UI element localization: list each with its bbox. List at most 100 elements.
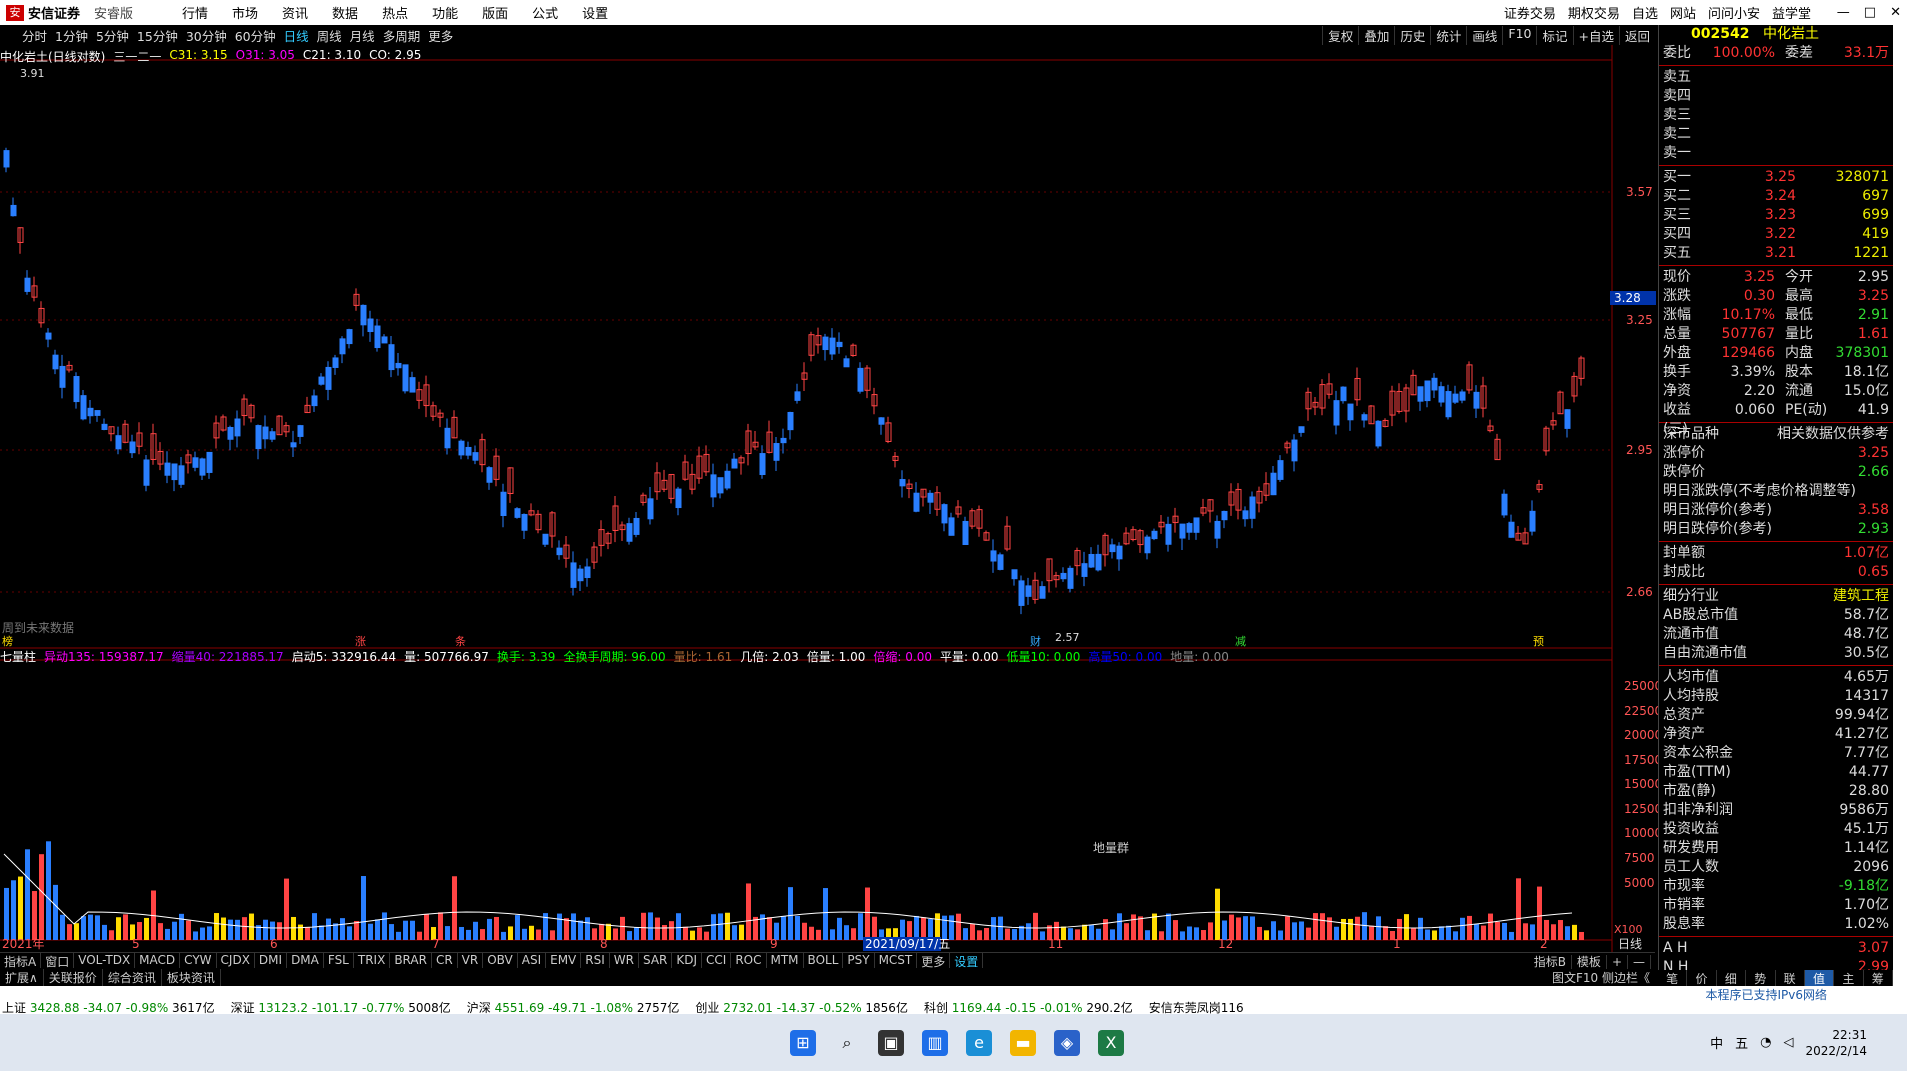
index-3[interactable]: 创业 2732.01 -14.37 -0.52% 1856亿 (695, 999, 908, 1016)
menu-formula[interactable]: 公式 (520, 3, 570, 22)
tool-f10[interactable]: F10 (1502, 25, 1536, 45)
indicator-9[interactable]: TRIX (354, 953, 391, 968)
indicator-10[interactable]: BRAR (390, 953, 432, 968)
clock[interactable]: 22:31 2022/2/14 (1805, 1027, 1867, 1059)
tab-sector[interactable]: 板块资讯 (162, 969, 221, 986)
menu-options[interactable]: 期权交易 (1562, 3, 1626, 22)
event-marker[interactable]: 预 (1533, 635, 1544, 648)
quote-tab-3[interactable]: 势 (1746, 970, 1776, 986)
kline-chart[interactable]: 3.573.252.952.663.2825000225002000017500… (0, 45, 1660, 970)
menu-quotes[interactable]: 行情 (170, 3, 220, 22)
indicator-6[interactable]: DMI (255, 953, 288, 968)
taskview-icon[interactable]: ▣ (878, 1029, 904, 1056)
folder-icon[interactable]: ▬ (1010, 1029, 1036, 1056)
indicator-14[interactable]: ASI (518, 953, 547, 968)
indicator-19[interactable]: KDJ (672, 953, 703, 968)
indicator-right-1[interactable]: 模板 (1571, 955, 1607, 969)
search-icon[interactable]: ⌕ (834, 1030, 860, 1056)
menu-settings[interactable]: 设置 (570, 3, 620, 22)
indicator-24[interactable]: PSY (843, 953, 875, 968)
f10-sidebar-toggle[interactable]: 图文F10 侧边栏《 (1547, 969, 1655, 986)
stock-app-icon[interactable]: ◈ (1054, 1029, 1080, 1056)
quote-tab-0[interactable]: 笔 (1658, 970, 1688, 986)
ime-label[interactable]: 中 (1710, 1033, 1723, 1052)
indicator-21[interactable]: ROC (731, 953, 767, 968)
indicator-4[interactable]: CYW (180, 953, 217, 968)
menu-hot[interactable]: 热点 (370, 3, 420, 22)
tool-mark[interactable]: 标记 (1536, 25, 1572, 45)
period-1[interactable]: 分时 (18, 26, 51, 45)
tool-adjust[interactable]: 复权 (1322, 25, 1358, 45)
tab-info[interactable]: 综合资讯 (103, 969, 162, 986)
indicator-26[interactable]: 更多 (917, 953, 951, 969)
close-button[interactable]: ✕ (1890, 5, 1901, 20)
quote-tab-2[interactable]: 细 (1717, 970, 1747, 986)
wifi-icon[interactable]: ◔ (1760, 1035, 1771, 1050)
menu-ask[interactable]: 问问小安 (1702, 3, 1766, 22)
period-weekly[interactable]: 周线 (313, 26, 346, 45)
menu-website[interactable]: 网站 (1664, 3, 1702, 22)
indicator-11[interactable]: CR (432, 953, 458, 968)
ime-mode[interactable]: 五 (1735, 1033, 1748, 1052)
event-marker[interactable]: 榜 (2, 634, 13, 648)
indicator-23[interactable]: BOLL (804, 953, 844, 968)
quote-tab-4[interactable]: 联 (1776, 970, 1805, 986)
quote-tab-6[interactable]: 主 (1834, 970, 1864, 986)
tool-back[interactable]: 返回 (1618, 25, 1655, 45)
menu-school[interactable]: 益学堂 (1766, 3, 1817, 22)
indicator-15[interactable]: EMV (546, 953, 582, 968)
indicator-27[interactable]: 设置 (950, 953, 984, 969)
tab-expand[interactable]: 扩展∧ (0, 969, 44, 986)
period-daily[interactable]: 日线 (280, 26, 313, 45)
quote-tab-7[interactable]: 筹 (1864, 970, 1893, 986)
quote-tab-1[interactable]: 价 (1687, 970, 1717, 986)
menu-trade[interactable]: 证券交易 (1498, 3, 1562, 22)
indicator-18[interactable]: SAR (639, 953, 673, 968)
tab-related[interactable]: 关联报价 (44, 969, 103, 986)
period-6[interactable]: 60分钟 (231, 26, 280, 45)
indicator-0[interactable]: 指标A (0, 953, 42, 969)
menu-news[interactable]: 资讯 (270, 3, 320, 22)
event-marker[interactable]: 涨 (355, 635, 366, 648)
indicator-5[interactable]: CJDX (217, 953, 255, 968)
period-multi[interactable]: 多周期 (379, 26, 425, 45)
indicator-right-2[interactable]: + (1606, 955, 1628, 969)
tool-add-watch[interactable]: +自选 (1572, 25, 1619, 45)
indicator-13[interactable]: OBV (483, 953, 518, 968)
indicator-right-0[interactable]: 指标B (1528, 955, 1572, 969)
indicator-7[interactable]: DMA (287, 953, 324, 968)
indicator-right-3[interactable]: — (1628, 955, 1651, 969)
menu-layout[interactable]: 版面 (470, 3, 520, 22)
tool-draw[interactable]: 画线 (1466, 25, 1502, 45)
indicator-8[interactable]: FSL (324, 953, 354, 968)
excel-icon[interactable]: X (1098, 1029, 1124, 1056)
tool-stats[interactable]: 统计 (1430, 25, 1466, 45)
side-toolbar[interactable] (1893, 25, 1907, 986)
edge-icon[interactable]: e (966, 1029, 992, 1056)
period-4[interactable]: 15分钟 (133, 26, 182, 45)
quote-tab-5[interactable]: 值 (1804, 970, 1835, 986)
tool-history[interactable]: 历史 (1394, 25, 1430, 45)
index-2[interactable]: 沪深 4551.69 -49.71 -1.08% 2757亿 (467, 999, 680, 1016)
menu-market[interactable]: 市场 (220, 3, 270, 22)
tool-overlay[interactable]: 叠加 (1358, 25, 1394, 45)
indicator-3[interactable]: MACD (135, 953, 181, 968)
volume-icon[interactable]: ◁ (1783, 1035, 1793, 1050)
period-2[interactable]: 1分钟 (51, 26, 92, 45)
indicator-25[interactable]: MCST (875, 953, 918, 968)
indicator-1[interactable]: 窗口 (41, 953, 75, 969)
indicator-17[interactable]: WR (610, 953, 639, 968)
start-icon[interactable]: ⊞ (790, 1029, 816, 1056)
widgets-icon[interactable]: ▥ (922, 1029, 948, 1056)
index-4[interactable]: 科创 1169.44 -0.15 -0.01% 290.2亿 (924, 999, 1133, 1016)
indicator-22[interactable]: MTM (767, 953, 804, 968)
menu-watchlist[interactable]: 自选 (1626, 3, 1664, 22)
period-5[interactable]: 30分钟 (182, 26, 231, 45)
event-marker[interactable]: 财 (1030, 634, 1041, 648)
index-1[interactable]: 深证 13123.2 -101.17 -0.77% 5008亿 (231, 999, 451, 1016)
maximize-button[interactable]: □ (1864, 5, 1876, 20)
menu-function[interactable]: 功能 (420, 3, 470, 22)
period-more[interactable]: 更多 (424, 26, 457, 45)
event-marker[interactable]: 条 (455, 634, 466, 648)
indicator-20[interactable]: CCI (702, 953, 732, 968)
